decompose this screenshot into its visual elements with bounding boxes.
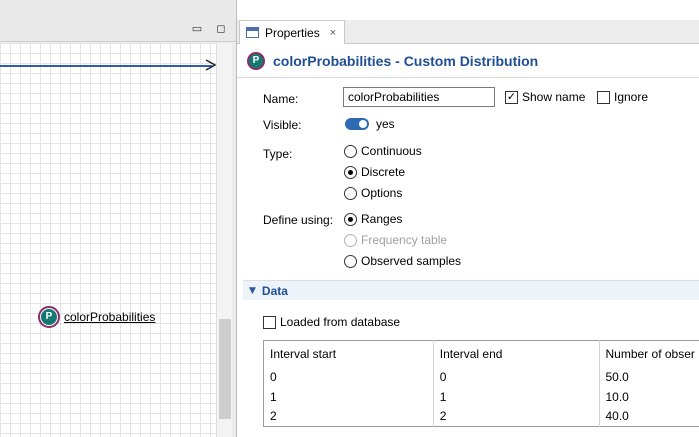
close-icon[interactable]: × [330, 27, 336, 39]
radio-discrete[interactable]: Discrete [344, 165, 405, 179]
table-row[interactable]: 1 1 10.0 [264, 386, 699, 407]
radio-selected-icon [344, 165, 357, 179]
visible-value: yes [376, 117, 395, 131]
table-cell[interactable]: 10.0 [598, 386, 699, 407]
radio-icon [344, 144, 357, 158]
column-header-interval-start[interactable]: Interval start [264, 341, 434, 367]
show-name-checkbox[interactable]: ✓ Show name [505, 90, 585, 104]
column-header-interval-end[interactable]: Interval end [432, 340, 599, 367]
table-cell[interactable]: 50.0 [598, 366, 699, 387]
editor-toolbar: ▭ ◻ [0, 0, 236, 42]
visible-label: Visible: [263, 118, 302, 132]
checkbox-icon [597, 90, 610, 104]
radio-selected-icon [344, 212, 357, 226]
visible-toggle[interactable] [345, 118, 369, 130]
name-label: Name: [263, 92, 299, 106]
data-section-header[interactable]: ▼ Data [243, 280, 699, 300]
radio-icon [344, 186, 357, 200]
radio-ranges[interactable]: Ranges [344, 212, 402, 226]
column-header-number-of-observations[interactable]: Number of obser [598, 340, 699, 367]
chevron-down-icon: ▼ [249, 285, 256, 296]
graphical-editor: ▭ ◻ P colorProbabilities [0, 0, 236, 437]
table-row[interactable]: 0 0 50.0 [264, 366, 699, 387]
properties-tabbar: Properties × [237, 20, 699, 44]
data-table[interactable]: Interval start Interval end Number of ob… [263, 340, 699, 427]
checkbox-checked-icon: ✓ [505, 90, 518, 104]
radio-continuous[interactable]: Continuous [344, 144, 422, 158]
checkbox-icon [263, 315, 276, 329]
table-cell[interactable]: 1 [432, 386, 599, 407]
custom-distribution-icon: P [247, 51, 265, 70]
page-title: colorProbabilities - Custom Distribution [273, 52, 539, 69]
canvas-element-color-probabilities[interactable]: P colorProbabilities [38, 306, 155, 328]
define-using-label: Define using: [263, 213, 334, 227]
loaded-from-database-checkbox[interactable]: Loaded from database [263, 315, 400, 329]
parameter-icon: P [38, 306, 60, 328]
table-cell[interactable]: 2 [432, 406, 599, 427]
table-cell[interactable]: 40.0 [598, 406, 699, 427]
radio-options[interactable]: Options [344, 186, 402, 200]
tab-label: Properties [265, 25, 320, 40]
name-field[interactable]: colorProbabilities [343, 87, 495, 107]
connector-line[interactable] [0, 65, 212, 67]
table-row[interactable]: 2 2 40.0 [264, 406, 699, 427]
tab-properties[interactable]: Properties × [239, 20, 345, 44]
vertical-scrollbar[interactable] [216, 43, 232, 437]
ignore-checkbox[interactable]: Ignore [597, 90, 648, 104]
table-cell[interactable]: 0 [264, 367, 434, 387]
table-cell[interactable]: 2 [264, 407, 434, 427]
radio-frequency-table: Frequency table [344, 233, 447, 247]
type-label: Type: [263, 147, 293, 161]
table-header-row: Interval start Interval end Number of ob… [264, 340, 699, 367]
radio-icon [344, 233, 357, 247]
maximize-icon[interactable]: ◻ [214, 22, 228, 36]
editor-window-controls: ▭ ◻ [190, 22, 228, 36]
scrollbar-thumb[interactable] [219, 319, 231, 419]
properties-panel: Properties × P colorProbabilities - Cust… [236, 0, 699, 437]
table-cell[interactable]: 1 [264, 387, 434, 407]
radio-observed-samples[interactable]: Observed samples [344, 254, 461, 268]
properties-window-icon [246, 27, 259, 38]
properties-header: P colorProbabilities - Custom Distributi… [237, 44, 699, 78]
canvas-grid[interactable] [0, 43, 216, 437]
radio-icon [344, 254, 357, 268]
minimize-icon[interactable]: ▭ [190, 22, 204, 36]
table-cell[interactable]: 0 [432, 366, 599, 387]
canvas-element-label: colorProbabilities [64, 310, 156, 324]
